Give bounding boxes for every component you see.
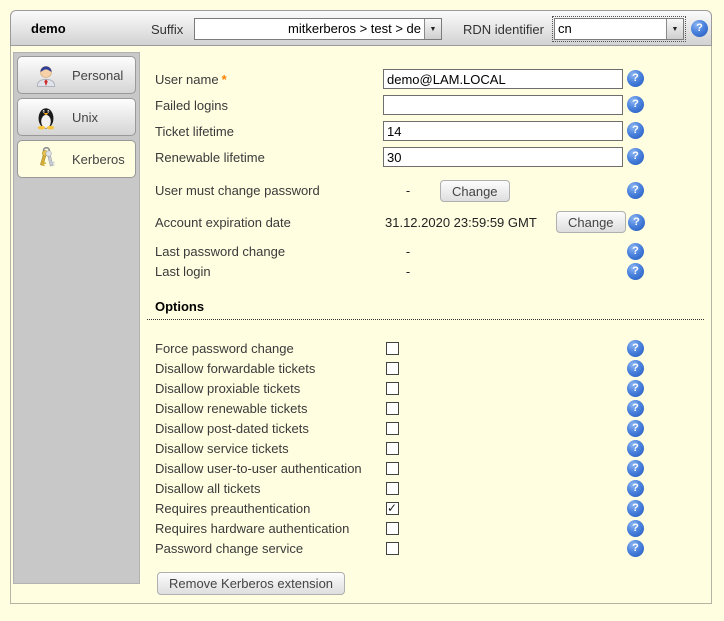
- rdn-select-value: cn: [555, 19, 666, 39]
- option-label: Force password change: [155, 339, 294, 359]
- rdn-identifier-select[interactable]: cn ▼: [554, 18, 684, 40]
- option-label: Disallow all tickets: [155, 479, 260, 499]
- help-icon[interactable]: ?: [627, 243, 644, 260]
- help-icon[interactable]: ?: [627, 360, 644, 377]
- options-section-heading: Options: [147, 299, 704, 320]
- tab-kerberos-label: Kerberos: [72, 152, 125, 167]
- account-expiration-value: 31.12.2020 23:59:59 GMT: [385, 213, 537, 233]
- ticket-lifetime-input[interactable]: [383, 121, 623, 141]
- header-bar: demo Suffix mitkerberos > test > de ▼ RD…: [10, 10, 712, 46]
- disallow-all-tickets-checkbox[interactable]: [386, 482, 399, 495]
- help-icon[interactable]: ?: [628, 214, 645, 231]
- option-label: Password change service: [155, 539, 303, 559]
- help-icon[interactable]: ?: [627, 420, 644, 437]
- help-icon[interactable]: ?: [627, 460, 644, 477]
- help-icon[interactable]: ?: [627, 96, 644, 113]
- failed-logins-label: Failed logins: [155, 96, 228, 116]
- renewable-lifetime-input[interactable]: [383, 147, 623, 167]
- help-icon[interactable]: ?: [627, 440, 644, 457]
- last-login-label: Last login: [155, 262, 211, 282]
- help-icon[interactable]: ?: [627, 500, 644, 517]
- change-expiration-button[interactable]: Change: [556, 211, 626, 233]
- penguin-icon: [32, 103, 60, 131]
- module-tab-sidebar: Personal Unix: [13, 52, 140, 584]
- lam-user-edit-page: demo Suffix mitkerberos > test > de ▼ RD…: [0, 0, 724, 621]
- tab-kerberos[interactable]: Kerberos: [17, 140, 136, 178]
- last-password-change-label: Last password change: [155, 242, 285, 262]
- help-icon[interactable]: ?: [627, 148, 644, 165]
- ticket-lifetime-label: Ticket lifetime: [155, 122, 234, 142]
- disallow-renewable-checkbox[interactable]: [386, 402, 399, 415]
- account-title: demo: [31, 21, 66, 36]
- chevron-down-icon[interactable]: ▼: [424, 19, 441, 39]
- suffix-select[interactable]: mitkerberos > test > de ▼: [194, 18, 442, 40]
- help-icon[interactable]: ?: [627, 263, 644, 280]
- option-label: Disallow post-dated tickets: [155, 419, 309, 439]
- option-label: Disallow renewable tickets: [155, 399, 307, 419]
- tab-personal-label: Personal: [72, 68, 123, 83]
- force-password-change-checkbox[interactable]: [386, 342, 399, 355]
- help-icon[interactable]: ?: [627, 480, 644, 497]
- help-icon[interactable]: ?: [627, 540, 644, 557]
- required-marker: *: [222, 72, 227, 87]
- password-change-service-checkbox[interactable]: [386, 542, 399, 555]
- option-label: Disallow user-to-user authentication: [155, 459, 362, 479]
- option-label: Disallow forwardable tickets: [155, 359, 315, 379]
- tab-personal[interactable]: Personal: [17, 56, 136, 94]
- disallow-postdated-checkbox[interactable]: [386, 422, 399, 435]
- option-label: Requires preauthentication: [155, 499, 310, 519]
- help-icon[interactable]: ?: [627, 182, 644, 199]
- user-name-label-text: User name: [155, 72, 219, 87]
- change-password-date-button[interactable]: Change: [440, 180, 510, 202]
- help-icon[interactable]: ?: [627, 340, 644, 357]
- help-icon[interactable]: ?: [627, 400, 644, 417]
- disallow-user-to-user-checkbox[interactable]: [386, 462, 399, 475]
- remove-kerberos-extension-button[interactable]: Remove Kerberos extension: [157, 572, 345, 595]
- last-password-change-value: -: [398, 242, 418, 262]
- suffix-label: Suffix: [151, 22, 183, 37]
- option-label: Disallow proxiable tickets: [155, 379, 300, 399]
- must-change-password-label: User must change password: [155, 181, 320, 201]
- last-login-value: -: [398, 262, 418, 282]
- help-icon[interactable]: ?: [627, 122, 644, 139]
- account-expiration-label: Account expiration date: [155, 213, 291, 233]
- chevron-down-icon[interactable]: ▼: [666, 19, 683, 39]
- help-icon[interactable]: ?: [627, 380, 644, 397]
- user-name-input[interactable]: [383, 69, 623, 89]
- option-label: Requires hardware authentication: [155, 519, 349, 539]
- disallow-proxiable-checkbox[interactable]: [386, 382, 399, 395]
- requires-preauthentication-checkbox[interactable]: [386, 502, 399, 515]
- must-change-password-value: -: [398, 181, 418, 201]
- keys-icon: [32, 145, 60, 173]
- requires-hardware-auth-checkbox[interactable]: [386, 522, 399, 535]
- person-icon: [32, 61, 60, 89]
- option-label: Disallow service tickets: [155, 439, 289, 459]
- disallow-forwardable-checkbox[interactable]: [386, 362, 399, 375]
- help-icon[interactable]: ?: [627, 520, 644, 537]
- disallow-service-checkbox[interactable]: [386, 442, 399, 455]
- rdn-identifier-label: RDN identifier: [463, 22, 544, 37]
- user-name-label: User name*: [155, 70, 227, 90]
- tab-unix[interactable]: Unix: [17, 98, 136, 136]
- failed-logins-input[interactable]: [383, 95, 623, 115]
- help-icon[interactable]: ?: [627, 70, 644, 87]
- tab-unix-label: Unix: [72, 110, 98, 125]
- renewable-lifetime-label: Renewable lifetime: [155, 148, 265, 168]
- help-icon[interactable]: ?: [691, 20, 708, 37]
- suffix-select-value: mitkerberos > test > de: [195, 19, 424, 39]
